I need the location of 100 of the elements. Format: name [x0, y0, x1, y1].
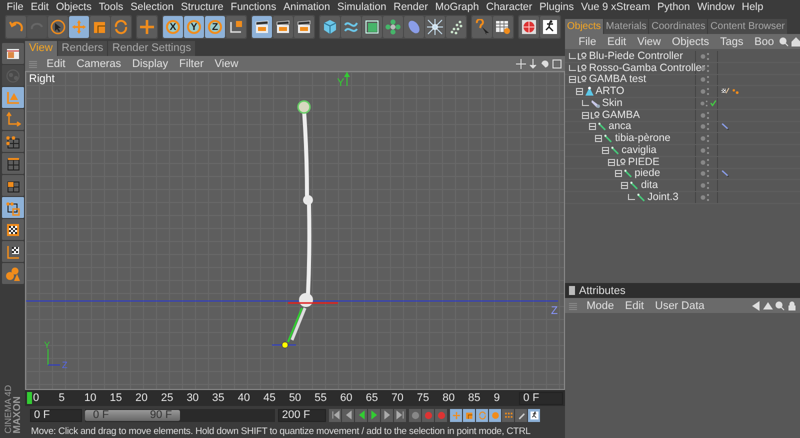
- mode-button[interactable]: [2, 197, 24, 218]
- menu-item[interactable]: MoGraph: [432, 0, 483, 14]
- menu-item[interactable]: Tools: [95, 0, 127, 14]
- object-name[interactable]: Blu-Piede Controller: [589, 50, 683, 62]
- object-name[interactable]: Skin: [602, 98, 622, 109]
- mode-button[interactable]: [2, 241, 24, 262]
- object-name[interactable]: piede: [634, 168, 660, 180]
- object-name[interactable]: Joint.3: [648, 192, 678, 203]
- object-name[interactable]: Rosso-Gamba Controller: [589, 62, 706, 74]
- menu-item[interactable]: Mode: [581, 300, 620, 312]
- search-icon[interactable]: [775, 300, 785, 310]
- toolbar-button[interactable]: [540, 16, 560, 38]
- record-button[interactable]: [435, 408, 447, 422]
- move-icon[interactable]: [516, 58, 526, 68]
- menu-item[interactable]: Objects: [666, 36, 715, 48]
- menu-item[interactable]: Edit: [602, 36, 632, 48]
- mode-button[interactable]: [2, 153, 24, 174]
- view-tab[interactable]: Render Settings: [108, 41, 196, 56]
- menu-item[interactable]: View: [632, 36, 666, 48]
- menu-item[interactable]: Help: [738, 0, 767, 14]
- playback-button[interactable]: [368, 408, 380, 422]
- menu-item[interactable]: Window: [694, 0, 738, 14]
- end-frame-field[interactable]: 200 F: [278, 408, 326, 422]
- collapse-toggle[interactable]: [588, 123, 596, 130]
- manager-tab[interactable]: Materials: [604, 19, 648, 34]
- object-name[interactable]: PIEDE: [628, 156, 660, 168]
- down-arrow-icon[interactable]: [528, 58, 538, 68]
- toolbar-button[interactable]: [48, 16, 68, 38]
- y-axis-line: [344, 72, 350, 86]
- collapse-toggle[interactable]: [621, 182, 628, 190]
- key-filter-button[interactable]: [528, 408, 540, 422]
- menu-item[interactable]: Structure: [177, 0, 228, 14]
- collapse-toggle[interactable]: [595, 135, 602, 142]
- view-tab[interactable]: Renders: [58, 41, 108, 56]
- manager-tab[interactable]: Coordinates: [649, 19, 708, 34]
- playback-button[interactable]: [355, 408, 367, 422]
- mode-button[interactable]: [2, 175, 24, 196]
- collapse-toggle[interactable]: [608, 158, 615, 166]
- menu-item[interactable]: Objects: [52, 0, 96, 14]
- playback-button[interactable]: [342, 408, 354, 422]
- key-filter-button[interactable]: [515, 408, 527, 422]
- menu-item[interactable]: Display: [126, 58, 174, 70]
- axis-lock-button[interactable]: X: [163, 16, 183, 38]
- lock-icon[interactable]: [787, 300, 797, 310]
- object-name[interactable]: GAMBA test: [589, 74, 646, 86]
- menu-item[interactable]: Render: [390, 0, 432, 14]
- start-frame-field[interactable]: 0 F: [30, 408, 82, 422]
- menu-item[interactable]: File: [3, 0, 28, 14]
- menu-item[interactable]: Plugins: [536, 0, 578, 14]
- menu-item[interactable]: File: [573, 36, 602, 48]
- collapse-toggle[interactable]: [569, 76, 576, 84]
- menu-item[interactable]: Character: [482, 0, 536, 14]
- back-arrow-icon[interactable]: [751, 300, 761, 310]
- collapse-toggle[interactable]: [582, 112, 589, 119]
- playback-button[interactable]: [381, 408, 393, 422]
- mode-button[interactable]: [2, 43, 24, 64]
- toolbar-button[interactable]: [252, 16, 272, 38]
- menu-item[interactable]: Edit: [27, 0, 52, 14]
- home-icon[interactable]: [791, 36, 800, 46]
- mode-button[interactable]: [2, 219, 24, 240]
- menu-item[interactable]: Selection: [126, 0, 178, 14]
- playback-button[interactable]: [329, 408, 341, 422]
- menu-item[interactable]: Filter: [174, 58, 210, 70]
- menu-item[interactable]: User Data: [650, 300, 710, 312]
- menu-item[interactable]: Edit: [620, 300, 650, 312]
- menu-item[interactable]: View: [209, 58, 244, 70]
- record-button[interactable]: [409, 408, 421, 422]
- object-name[interactable]: anca: [608, 121, 632, 132]
- current-frame-marker[interactable]: [27, 392, 32, 404]
- mode-button[interactable]: [2, 131, 24, 152]
- menu-item[interactable]: Boo: [748, 36, 780, 48]
- menu-item[interactable]: Simulation: [334, 0, 390, 14]
- menu-item[interactable]: Tags: [714, 36, 749, 48]
- object-name[interactable]: ARTO: [596, 86, 624, 98]
- menu-item[interactable]: Animation: [280, 0, 334, 14]
- toolbar-button[interactable]: [273, 16, 293, 38]
- menu-item[interactable]: Cameras: [70, 58, 127, 70]
- object-name[interactable]: tibia-pèrone: [615, 133, 670, 144]
- object-name[interactable]: caviglia: [622, 144, 657, 156]
- playback-button[interactable]: [394, 408, 406, 422]
- toolbar-button[interactable]: [294, 16, 314, 38]
- up-arrow-icon[interactable]: [763, 300, 773, 310]
- axis-lock-button[interactable]: Z: [205, 16, 225, 38]
- toolbar-button[interactable]: [362, 16, 382, 38]
- menu-item[interactable]: Vue 9 xStream: [577, 0, 654, 14]
- frame-field[interactable]: 0 F: [519, 392, 563, 404]
- manager-tab[interactable]: Content Browser: [708, 19, 787, 34]
- collapse-toggle[interactable]: [576, 88, 582, 96]
- object-name[interactable]: GAMBA: [602, 110, 640, 121]
- collapse-toggle[interactable]: [614, 170, 622, 178]
- maximize-icon[interactable]: [552, 58, 562, 68]
- menu-item[interactable]: Functions: [227, 0, 280, 14]
- menu-item[interactable]: Edit: [41, 58, 71, 70]
- record-button[interactable]: [422, 408, 434, 422]
- search-icon[interactable]: [779, 36, 790, 46]
- collapse-toggle[interactable]: [602, 146, 608, 154]
- range-slider[interactable]: 0 F 90 F: [85, 410, 180, 420]
- menu-item[interactable]: Python: [654, 0, 694, 14]
- axis-lock-button[interactable]: Y: [184, 16, 204, 38]
- object-name[interactable]: dita: [641, 180, 658, 192]
